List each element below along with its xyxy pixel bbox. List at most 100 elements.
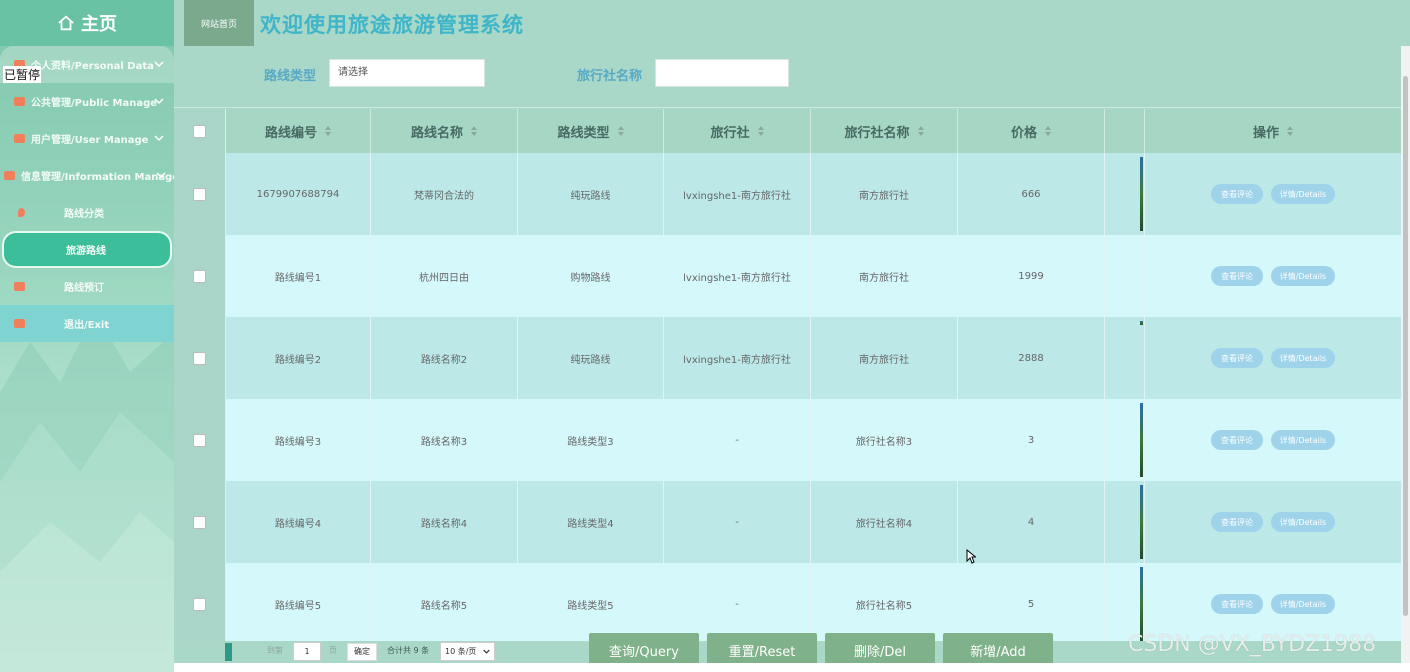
table-row[interactable]: 路线编号2 路线名称2 纯玩路线 lvxingshe1-南方旅行社 南方旅行社 2888 查… — [174, 317, 1401, 399]
row-checkbox[interactable] — [193, 187, 206, 201]
delete-button[interactable]: 删除/Del — [825, 633, 935, 664]
sort-icon[interactable] — [917, 126, 924, 136]
table-row[interactable]: 1679907688794 梵蒂冈合法的 纯玩路线 lvxingshe1-南方旅行社南… — [174, 153, 1401, 235]
table-row[interactable]: 路线编号5 路线名称5 路线类型5- 旅行社名称5 5 查看评论 详情/Details — [174, 563, 1401, 641]
pin-icon — [18, 208, 25, 217]
table-cell: 南方旅行社 — [811, 153, 958, 235]
home-icon — [58, 15, 74, 31]
row-checkbox[interactable] — [193, 433, 206, 447]
table-cell: 南方旅行社 — [811, 235, 958, 317]
sort-icon[interactable] — [617, 126, 624, 136]
sidebar-item-tour-routes[interactable]: 旅游路线 — [2, 231, 172, 268]
watermark: CSDN @VX_BYDZ1988 — [1128, 632, 1377, 657]
route-image-cell — [1105, 563, 1145, 641]
table-cell: 5 — [958, 563, 1105, 641]
sort-icon[interactable] — [1045, 126, 1051, 136]
view-comments-button[interactable]: 查看评论 — [1211, 348, 1263, 368]
table-cell: 杭州四日由 — [371, 235, 518, 317]
home-header[interactable]: 主页 — [0, 0, 174, 46]
table-row[interactable]: 路线编号4 路线名称4 路线类型4- 旅行社名称4 4 查看评论 详情/Details — [174, 481, 1401, 563]
sidebar-item-user-manage[interactable]: 用户管理/User Manage — [0, 120, 174, 157]
sidebar-item-label: 退出/Exit — [64, 320, 110, 331]
route-thumbnail-image[interactable] — [1140, 157, 1143, 231]
details-button[interactable]: 详情/Details — [1271, 594, 1335, 614]
details-button[interactable]: 详情/Details — [1271, 512, 1335, 532]
agency-name-input[interactable] — [655, 59, 789, 87]
sidebar-item-label: 公共管理/Public Manage — [31, 98, 158, 109]
table-cell: 路线类型3 — [518, 399, 664, 481]
route-type-label: 路线类型 — [264, 69, 317, 84]
table-cell: 南方旅行社 — [811, 317, 958, 399]
row-checkbox[interactable] — [193, 597, 206, 611]
sidebar-item-route-booking[interactable]: 路线预订 — [0, 268, 174, 305]
sidebar-item-route-category[interactable]: 路线分类 — [0, 194, 174, 231]
table-cell: 路线名称4 — [371, 481, 518, 563]
table-cell: 旅行社名称5 — [811, 563, 958, 641]
scrollbar-thumb[interactable] — [1403, 76, 1408, 616]
sidebar-item-information-manage[interactable]: 信息管理/Information Manage — [0, 157, 174, 194]
details-button[interactable]: 详情/Details — [1271, 184, 1335, 204]
header-label: 路线类型 — [557, 125, 610, 141]
sidebar-item-exit[interactable]: 退出/Exit — [0, 305, 174, 342]
row-checkbox[interactable] — [193, 515, 206, 529]
view-comments-button[interactable]: 查看评论 — [1211, 430, 1263, 450]
site-home-button[interactable]: 网站首页 — [184, 0, 254, 46]
details-button[interactable]: 详情/Details — [1271, 430, 1335, 450]
operations-cell: 查看评论 详情/Details — [1145, 481, 1401, 563]
goto-label: 到第 — [267, 646, 283, 655]
row-checkbox[interactable] — [193, 269, 206, 283]
operations-cell: 查看评论 详情/Details — [1145, 399, 1401, 481]
details-button[interactable]: 详情/Details — [1271, 348, 1335, 368]
table-cell: 纯玩路线 — [518, 153, 664, 235]
table-row[interactable]: 路线编号3 路线名称3 路线类型3- 旅行社名称3 3 查看评论 详情/Details — [174, 399, 1401, 481]
row-select-cell — [174, 153, 226, 235]
header-agency[interactable]: 旅行社 — [664, 109, 811, 153]
page-size-select[interactable]: 10 条/页 — [440, 642, 495, 661]
table-cell: lvxingshe1-南方旅行社 — [664, 317, 811, 399]
view-comments-button[interactable]: 查看评论 — [1211, 184, 1263, 204]
sort-icon[interactable] — [757, 126, 764, 136]
route-thumbnail-image[interactable] — [1140, 567, 1143, 641]
reset-button[interactable]: 重置/Reset — [707, 633, 817, 664]
goto-confirm-button[interactable]: 确定 — [347, 643, 377, 661]
route-thumbnail-image[interactable] — [1140, 321, 1143, 325]
header-route-name[interactable]: 路线名称 — [371, 109, 518, 153]
table-cell: 路线类型5 — [518, 563, 664, 641]
view-comments-button[interactable]: 查看评论 — [1211, 594, 1263, 614]
details-button[interactable]: 详情/Details — [1271, 266, 1335, 286]
route-image-cell — [1105, 317, 1145, 399]
header-route-no[interactable]: 路线编号 — [226, 109, 371, 153]
row-checkbox[interactable] — [193, 351, 206, 365]
table-cell: 路线类型4 — [518, 481, 664, 563]
table-row[interactable]: 路线编号1 杭州四日由 购物路线 lvxingshe1-南方旅行社 南方旅行社 1999 查… — [174, 235, 1401, 317]
table-cell: 路线名称5 — [371, 563, 518, 641]
route-thumbnail-image[interactable] — [1140, 485, 1143, 559]
route-image-cell — [1105, 399, 1145, 481]
chevron-down-icon — [483, 649, 490, 654]
header-agency-name[interactable]: 旅行社名称 — [811, 109, 958, 153]
select-all-checkbox[interactable] — [193, 124, 206, 138]
page-unit-label: 页 — [329, 646, 337, 655]
operations-cell: 查看评论 详情/Details — [1145, 563, 1401, 641]
view-comments-button[interactable]: 查看评论 — [1211, 266, 1263, 286]
header-route-type[interactable]: 路线类型 — [518, 109, 664, 153]
table-cell: 1679907688794 — [226, 153, 371, 235]
sort-icon[interactable] — [471, 126, 477, 136]
header-operations[interactable]: 操作 — [1145, 109, 1401, 153]
sort-icon[interactable] — [325, 126, 331, 136]
add-button[interactable]: 新增/Add — [943, 633, 1053, 664]
page-scrollbar[interactable] — [1401, 46, 1410, 663]
sort-icon[interactable] — [1287, 126, 1293, 136]
header-price[interactable]: 价格 — [958, 109, 1105, 153]
header-label: 路线名称 — [410, 125, 463, 141]
route-thumbnail-image[interactable] — [1140, 403, 1143, 477]
sidebar-item-label: 路线分类 — [64, 209, 104, 220]
route-image-cell — [1105, 153, 1145, 235]
sidebar-item-public-manage[interactable]: 公共管理/Public Manage — [0, 83, 174, 120]
page-number-input[interactable]: 1 — [293, 642, 321, 661]
query-button[interactable]: 查询/Query — [589, 633, 699, 664]
view-comments-button[interactable]: 查看评论 — [1211, 512, 1263, 532]
table-cell: 路线编号1 — [226, 235, 371, 317]
mouse-cursor-icon — [966, 549, 976, 564]
route-type-select[interactable]: 请选择 — [329, 59, 485, 87]
